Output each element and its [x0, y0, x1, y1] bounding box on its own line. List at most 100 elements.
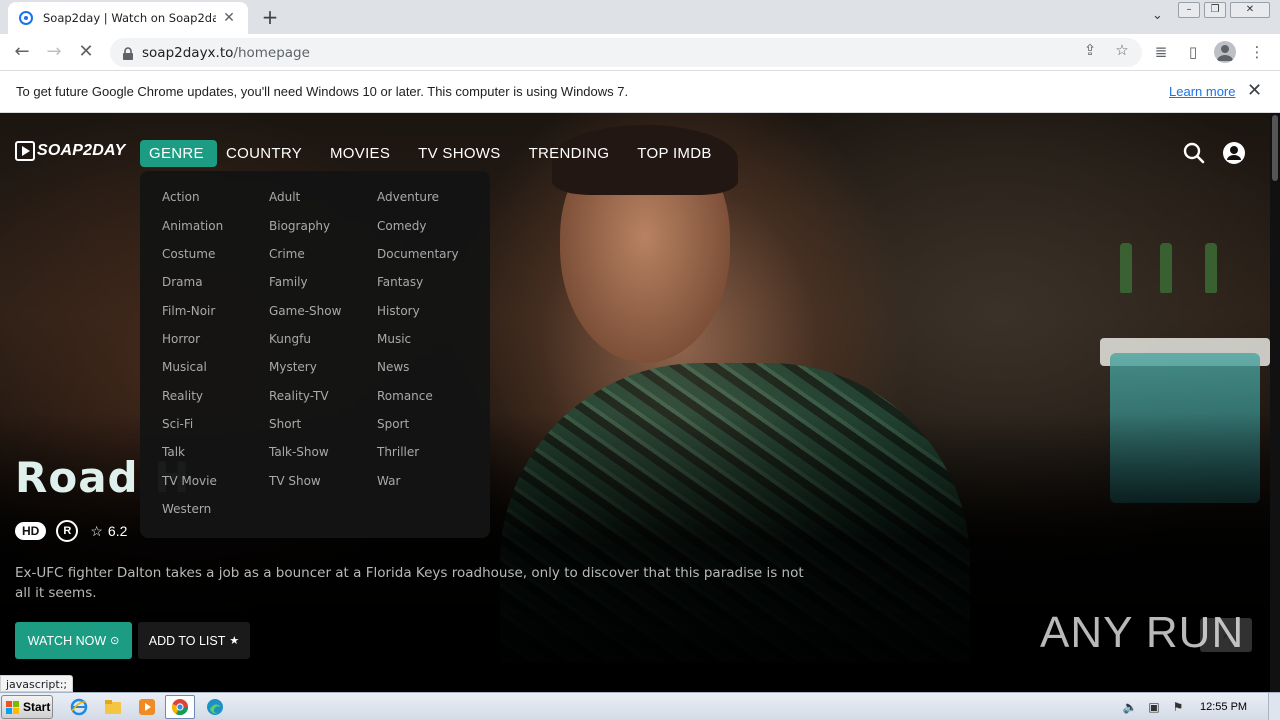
genre-item-documentary[interactable]: Documentary: [377, 247, 459, 261]
forward-arrow-icon[interactable]: →: [42, 41, 66, 65]
genre-dropdown: Action Adult Adventure Animation Biography Co…: [140, 171, 490, 538]
action-center-flag-icon[interactable]: ⚑: [1170, 699, 1186, 715]
genre-item-news[interactable]: News: [377, 360, 409, 374]
scrollbar-thumb[interactable]: [1272, 115, 1278, 181]
genre-item-musical[interactable]: Musical: [162, 360, 207, 374]
genre-item-sci-fi[interactable]: Sci-Fi: [162, 417, 193, 431]
file-explorer-icon[interactable]: [98, 695, 128, 719]
chrome-taskbar-icon[interactable]: [165, 695, 195, 719]
page-content: SOAP2DAY GENRE COUNTRY MOVIES TV SHOWS T…: [0, 113, 1280, 692]
genre-item-romance[interactable]: Romance: [377, 389, 433, 403]
genre-item-war[interactable]: War: [377, 474, 400, 488]
lock-icon[interactable]: [122, 46, 136, 60]
genre-item-game-show[interactable]: Game-Show: [269, 304, 341, 318]
search-icon[interactable]: [1182, 141, 1206, 165]
genre-item-sport[interactable]: Sport: [377, 417, 409, 431]
media-player-icon[interactable]: [132, 695, 162, 719]
page-scrollbar[interactable]: [1270, 113, 1280, 692]
genre-item-biography[interactable]: Biography: [269, 219, 330, 233]
url-host: soap2dayx.to: [142, 44, 234, 61]
genre-item-kungfu[interactable]: Kungfu: [269, 332, 311, 346]
profile-avatar-icon[interactable]: [1214, 41, 1236, 63]
genre-item-film-noir[interactable]: Film-Noir: [162, 304, 215, 318]
status-bar-url: javascript:;: [0, 675, 74, 692]
nav-item-top-imdb[interactable]: TOP IMDB: [628, 140, 720, 167]
genre-item-crime[interactable]: Crime: [269, 247, 305, 261]
genre-item-talk[interactable]: Talk: [162, 445, 185, 459]
volume-icon[interactable]: 🔈: [1122, 699, 1138, 715]
user-account-icon[interactable]: [1222, 141, 1246, 165]
age-rating-badge: R: [56, 520, 79, 542]
genre-item-mystery[interactable]: Mystery: [269, 360, 317, 374]
nav-item-country[interactable]: COUNTRY: [217, 140, 311, 167]
genre-item-short[interactable]: Short: [269, 417, 301, 431]
window-close-button[interactable]: ✕: [1230, 2, 1270, 18]
star-icon: ☆: [90, 522, 103, 539]
nav-item-tv-shows[interactable]: TV SHOWS: [409, 140, 509, 167]
url-text: soap2dayx.to/homepage: [142, 45, 310, 61]
genre-item-tv-show[interactable]: TV Show: [269, 474, 321, 488]
star-plus-icon: ★: [229, 635, 240, 647]
side-panel-icon[interactable]: ▯: [1183, 42, 1203, 62]
genre-item-thriller[interactable]: Thriller: [377, 445, 419, 459]
media-queue-icon[interactable]: ≣: [1151, 42, 1171, 62]
add-to-list-label: ADD TO LIST: [148, 633, 226, 648]
address-bar[interactable]: soap2dayx.to/homepage: [110, 38, 1142, 67]
genre-item-comedy[interactable]: Comedy: [377, 219, 427, 233]
play-circle-icon: ⊙: [110, 635, 120, 647]
genre-item-animation[interactable]: Animation: [162, 219, 223, 233]
hero-badges: HD R ☆ 6.2: [15, 520, 127, 542]
system-tray: 🔈 ▣ ⚑ 12:55 PM: [1122, 693, 1280, 720]
url-path: /homepage: [233, 44, 310, 61]
add-to-list-button[interactable]: ADD TO LIST ★: [138, 622, 250, 659]
genre-item-action[interactable]: Action: [162, 190, 200, 204]
genre-item-adult[interactable]: Adult: [269, 190, 300, 204]
genre-item-tv-movie[interactable]: TV Movie: [162, 474, 217, 488]
browser-tab-strip: Soap2day | Watch on Soap2day Mo ✕ + ⌄ – …: [0, 0, 1280, 34]
genre-item-family[interactable]: Family: [269, 275, 308, 289]
genre-item-fantasy[interactable]: Fantasy: [377, 275, 423, 289]
chrome-menu-icon[interactable]: ⋮: [1247, 42, 1267, 62]
genre-item-music[interactable]: Music: [377, 332, 411, 346]
new-tab-button[interactable]: +: [258, 6, 282, 28]
show-desktop-button[interactable]: [1268, 693, 1280, 720]
tab-search-chevron-icon[interactable]: ⌄: [1152, 8, 1163, 23]
back-arrow-icon[interactable]: ←: [10, 41, 34, 65]
genre-item-history[interactable]: History: [377, 304, 420, 318]
soap2day-favicon-icon: [18, 10, 34, 26]
nav-item-trending[interactable]: TRENDING: [520, 140, 619, 167]
bookmark-star-icon[interactable]: ☆: [1113, 41, 1131, 59]
genre-item-horror[interactable]: Horror: [162, 332, 200, 346]
share-icon[interactable]: ⇪: [1081, 41, 1099, 59]
stop-loading-icon[interactable]: ✕: [74, 41, 98, 65]
watch-now-button[interactable]: WATCH NOW ⊙: [15, 622, 132, 659]
learn-more-link[interactable]: Learn more: [1169, 84, 1235, 99]
imdb-score: 6.2: [107, 523, 128, 539]
edge-icon[interactable]: [200, 695, 230, 719]
start-button[interactable]: Start: [1, 695, 53, 719]
genre-item-western[interactable]: Western: [162, 502, 211, 516]
network-icon[interactable]: ▣: [1146, 699, 1162, 715]
taskbar-clock[interactable]: 12:55 PM: [1200, 701, 1247, 713]
logo-text: SOAP2DAY: [37, 142, 126, 159]
background-bottle: [1205, 243, 1217, 293]
nav-item-genre[interactable]: GENRE: [140, 140, 217, 167]
infobar-close-icon[interactable]: ✕: [1247, 80, 1262, 101]
genre-item-drama[interactable]: Drama: [162, 275, 203, 289]
main-nav: GENRE COUNTRY MOVIES TV SHOWS TRENDING T…: [140, 140, 731, 167]
watermark-text: ANY RUN: [1040, 608, 1245, 657]
genre-item-talk-show[interactable]: Talk-Show: [269, 445, 329, 459]
browser-toolbar: ← → ✕ soap2dayx.to/homepage ⇪ ☆ ≣ ▯ ⋮: [0, 34, 1280, 71]
genre-item-reality-tv[interactable]: Reality-TV: [269, 389, 329, 403]
restore-button[interactable]: ❐: [1204, 2, 1226, 18]
minimize-button[interactable]: –: [1178, 2, 1200, 18]
nav-item-movies[interactable]: MOVIES: [321, 140, 399, 167]
genre-item-reality[interactable]: Reality: [162, 389, 203, 403]
tab-title: Soap2day | Watch on Soap2day Mo: [43, 11, 216, 25]
browser-tab[interactable]: Soap2day | Watch on Soap2day Mo ✕: [8, 2, 248, 34]
tab-close-icon[interactable]: ✕: [220, 10, 238, 26]
genre-item-costume[interactable]: Costume: [162, 247, 215, 261]
site-logo[interactable]: SOAP2DAY: [15, 141, 125, 161]
internet-explorer-icon[interactable]: [64, 695, 94, 719]
genre-item-adventure[interactable]: Adventure: [377, 190, 439, 204]
